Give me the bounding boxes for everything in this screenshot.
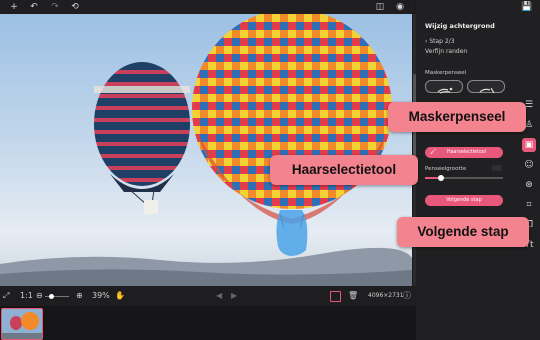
zoom-out-icon[interactable]: ⊖ <box>36 290 43 302</box>
brush-add-icon <box>437 87 453 94</box>
hair-tool-callout: Haarselectietool <box>270 155 418 185</box>
hair-selection-button[interactable]: 🖌 Haarselectietool <box>425 147 503 158</box>
brush-size-label: Penseelgrootte <box>425 166 467 172</box>
panel-subtitle: Verfijn randen <box>425 48 468 55</box>
panel-title: Wijzig achtergrond <box>425 22 495 30</box>
delete-icon[interactable]: 🗑 <box>348 290 358 302</box>
zoom-value: 39% <box>92 291 110 300</box>
reset-icon[interactable]: ⟲ <box>69 1 81 13</box>
image-icon[interactable] <box>330 291 341 302</box>
info-icon[interactable]: ⓘ <box>403 290 411 302</box>
save-icon[interactable]: 💾 <box>521 2 532 12</box>
prev-image-icon[interactable]: ◀ <box>216 290 222 302</box>
brush-add-button[interactable] <box>425 80 463 94</box>
image-thumbnail[interactable] <box>1 308 43 340</box>
top-toolbar: + ↶ ↷ ⟲ ◫ ◉ <box>0 0 415 14</box>
next-image-icon[interactable]: ▶ <box>231 290 237 302</box>
mask-brush-label: Maskerpenseel <box>425 70 467 76</box>
fit-screen-icon[interactable]: ⤢ <box>3 290 9 302</box>
brush-size-slider[interactable] <box>425 175 503 181</box>
compare-icon[interactable]: ◫ <box>374 1 386 13</box>
brush-remove-button[interactable] <box>467 80 505 94</box>
zoom-in-icon[interactable]: ⊕ <box>76 290 83 302</box>
preview-icon[interactable]: ◉ <box>394 1 406 13</box>
next-step-callout: Volgende stap <box>397 217 529 247</box>
fit-label[interactable]: 1:1 <box>20 290 33 302</box>
zoom-slider-knob[interactable] <box>49 294 54 299</box>
next-step-button[interactable]: Volgende stap <box>425 195 503 206</box>
face-icon[interactable]: ☺ <box>522 158 536 172</box>
hair-selection-label: Haarselectietool <box>447 150 487 155</box>
brush-icon: 🖌 <box>430 150 437 155</box>
step-back-link[interactable]: ‹ Stap 2/3 <box>425 38 455 45</box>
background-icon[interactable]: ▣ <box>522 138 536 152</box>
brush-size-field[interactable] <box>492 165 502 171</box>
color-icon[interactable]: ⊛ <box>522 178 536 192</box>
plus-icon[interactable]: + <box>8 1 20 13</box>
hand-tool-icon[interactable]: ✋ <box>115 290 125 302</box>
crop-icon[interactable]: ⌗ <box>522 198 536 212</box>
thumbnail-image <box>2 309 42 339</box>
brush-size-slider-knob[interactable] <box>437 175 444 181</box>
step-indicator: Stap 2/3 <box>429 38 455 45</box>
balloon-photo <box>0 14 412 286</box>
undo-icon[interactable]: ↶ <box>28 1 40 13</box>
mask-brush-callout: Maskerpenseel <box>388 102 526 132</box>
image-dimensions: 4096×2731 <box>368 292 404 299</box>
bottom-bar: ⤢ 1:1 ⊖ ⊕ 39% ✋ ◀ ▶ 🗑 4096×2731 ⓘ <box>0 286 416 306</box>
brush-remove-icon <box>479 87 495 94</box>
redo-icon[interactable]: ↷ <box>49 1 61 13</box>
image-canvas[interactable] <box>0 14 412 286</box>
filmstrip <box>0 306 416 340</box>
